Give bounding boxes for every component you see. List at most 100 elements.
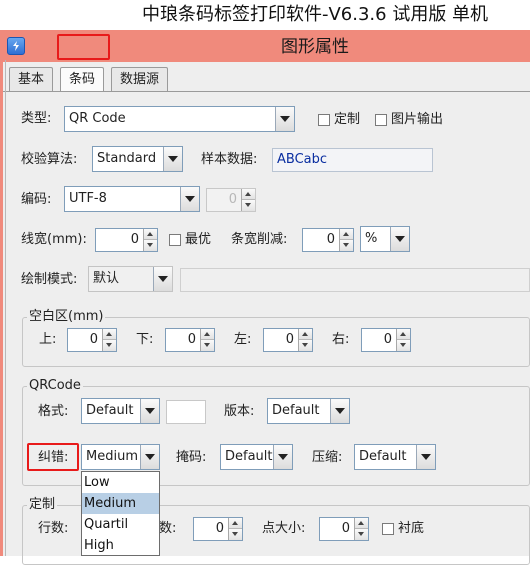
qrcode-title: QRCode [27, 378, 83, 394]
type-label: 类型: [21, 111, 52, 126]
unit-select[interactable]: % [360, 226, 410, 252]
quiet-zone-title: 空白区(mm) [27, 309, 106, 325]
bottom-spinner[interactable]: 0 [165, 328, 215, 352]
top-spinner[interactable]: 0 [67, 328, 117, 352]
encoding-value: UTF-8 [69, 191, 107, 206]
spin-up-icon[interactable] [103, 329, 116, 340]
dot-size-label: 点大小: [262, 521, 306, 536]
spin-down-icon[interactable] [299, 340, 312, 351]
encoding-spinner: 0 [206, 188, 256, 212]
error-correction-select[interactable]: Medium [81, 444, 160, 470]
bottom-label: 下: [136, 332, 154, 347]
chevron-down-icon[interactable] [163, 147, 182, 171]
dropdown-option-low[interactable]: Low [82, 472, 159, 493]
version-label: 版本: [224, 404, 255, 419]
spin-down-icon[interactable] [229, 529, 242, 540]
dropdown-option-medium[interactable]: Medium [82, 493, 159, 514]
dropdown-option-high[interactable]: High [82, 535, 159, 556]
left-value: 0 [285, 332, 294, 347]
spin-up-icon[interactable] [355, 518, 368, 529]
line-width-value: 0 [130, 232, 139, 247]
draw-mode-label: 绘制模式: [21, 272, 78, 287]
version-value: Default [272, 403, 320, 418]
columns-spinner[interactable]: 0 [193, 517, 243, 541]
encoding-label: 编码: [21, 192, 52, 207]
encoding-select[interactable]: UTF-8 [64, 186, 200, 212]
right-label: 右: [332, 332, 350, 347]
spin-down-icon[interactable] [397, 340, 410, 351]
unit-value: % [365, 231, 378, 246]
background-checkbox-label: 衬底 [398, 521, 425, 536]
rows-label: 行数: [38, 521, 69, 536]
custom-checkbox-label: 定制 [334, 112, 361, 127]
chevron-down-icon[interactable] [180, 187, 199, 211]
version-select[interactable]: Default [267, 398, 350, 424]
sample-data-field[interactable]: ABCabc [272, 148, 433, 172]
dot-size-spinner[interactable]: 0 [319, 517, 369, 541]
draw-mode-value: 默认 [93, 271, 120, 286]
format-extra-field[interactable] [166, 400, 206, 424]
spin-up-icon[interactable] [397, 329, 410, 340]
spin-down-icon [242, 200, 255, 211]
mask-label: 掩码: [176, 450, 207, 465]
dropdown-option-quartil[interactable]: Quartil [82, 514, 159, 535]
line-width-label: 线宽(mm): [21, 232, 87, 247]
checksum-select[interactable]: Standard [92, 146, 183, 172]
mask-value: Default [225, 449, 273, 464]
spin-down-icon[interactable] [144, 240, 157, 251]
compression-select[interactable]: Default [354, 444, 436, 470]
spin-up-icon[interactable] [340, 229, 353, 240]
left-label: 左: [234, 332, 252, 347]
custom-group-title: 定制 [27, 497, 58, 513]
chevron-down-icon[interactable] [330, 399, 349, 423]
custom-checkbox[interactable] [318, 114, 330, 126]
compression-label: 压缩: [312, 450, 343, 465]
chevron-down-icon[interactable] [273, 445, 292, 469]
mask-select[interactable]: Default [220, 444, 293, 470]
chevron-down-icon[interactable] [275, 107, 294, 131]
chevron-down-icon[interactable] [140, 399, 159, 423]
optimal-checkbox[interactable] [169, 234, 181, 246]
dot-size-value: 0 [341, 521, 350, 536]
dialog-titlebar[interactable]: 图形属性 [0, 30, 530, 62]
checksum-value: Standard [97, 151, 157, 166]
left-spinner[interactable]: 0 [263, 328, 313, 352]
bar-width-reduction-spinner[interactable]: 0 [302, 228, 354, 252]
spin-up-icon[interactable] [229, 518, 242, 529]
type-value: QR Code [69, 111, 126, 126]
spin-down-icon[interactable] [355, 529, 368, 540]
sample-data-label: 样本数据: [201, 152, 258, 167]
line-width-spinner[interactable]: 0 [95, 228, 158, 252]
error-correction-label: 纠错: [38, 450, 69, 465]
draw-mode-select: 默认 [88, 266, 173, 292]
spin-down-icon[interactable] [201, 340, 214, 351]
background-checkbox[interactable] [382, 523, 394, 535]
error-correction-value: Medium [86, 449, 138, 464]
draw-mode-field [180, 268, 530, 292]
app-title: 中琅条码标签打印软件-V6.3.6 试用版 单机 [0, 0, 530, 30]
right-value: 0 [383, 332, 392, 347]
image-output-label: 图片输出 [391, 112, 444, 127]
bar-width-reduction-value: 0 [326, 232, 335, 247]
image-output-checkbox[interactable] [375, 114, 387, 126]
spin-down-icon[interactable] [103, 340, 116, 351]
top-label: 上: [39, 332, 57, 347]
sample-data-value: ABCabc [277, 152, 328, 167]
spin-up-icon[interactable] [144, 229, 157, 240]
columns-value: 0 [215, 521, 224, 536]
chevron-down-icon[interactable] [140, 445, 159, 469]
dialog-title: 图形属性 [281, 37, 349, 57]
spin-down-icon[interactable] [340, 240, 353, 251]
top-value: 0 [89, 332, 98, 347]
format-select[interactable]: Default [81, 398, 160, 424]
format-label: 格式: [38, 404, 69, 419]
format-value: Default [86, 403, 134, 418]
spin-up-icon[interactable] [299, 329, 312, 340]
right-spinner[interactable]: 0 [361, 328, 411, 352]
chevron-down-icon [153, 267, 172, 291]
type-select[interactable]: QR Code [64, 106, 295, 132]
error-correction-dropdown: Low Medium Quartil High [81, 471, 160, 556]
chevron-down-icon[interactable] [390, 227, 409, 251]
spin-up-icon[interactable] [201, 329, 214, 340]
chevron-down-icon[interactable] [416, 445, 435, 469]
